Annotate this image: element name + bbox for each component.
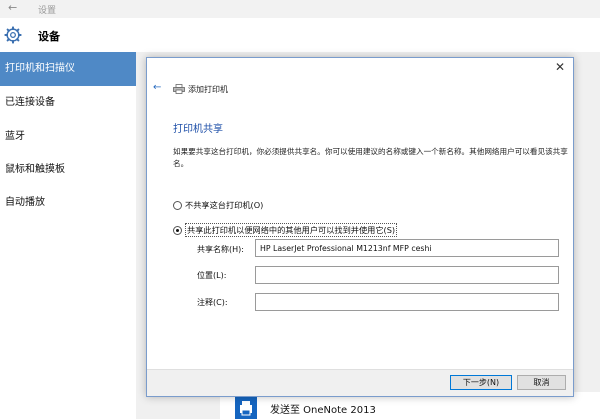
no-share-option[interactable]: 不共享这台打印机(O)	[173, 199, 263, 211]
location-label: 位置(L):	[197, 271, 227, 280]
share-name-label: 共享名称(H):	[197, 245, 244, 254]
section-title: 打印机共享	[173, 124, 223, 135]
no-share-radio[interactable]	[173, 200, 182, 210]
window-title: 设置	[38, 6, 57, 16]
back-arrow-icon[interactable]: ←	[8, 1, 17, 14]
sidebar-item-bluetooth[interactable]: 蓝牙	[0, 120, 136, 154]
settings-header: 设备	[0, 18, 600, 52]
share-option[interactable]: 共享此打印机以便网络中的其他用户可以找到并使用它(S)	[173, 223, 398, 237]
sidebar-nav: 打印机和扫描仪 已连接设备 蓝牙 鼠标和触摸板 自动播放	[0, 52, 136, 419]
dialog-footer: 下一步(N) 取消	[147, 369, 573, 396]
share-label: 共享此打印机以便网络中的其他用户可以找到并使用它(S)	[185, 223, 398, 237]
close-icon[interactable]: ✕	[553, 60, 567, 74]
printer-name: 发送至 OneNote 2013	[270, 405, 376, 416]
add-printer-dialog: ✕ ← 添加打印机 打印机共享 如果要共享这台打印机，你必须提供共享名。你可以使…	[146, 57, 574, 397]
cancel-button[interactable]: 取消	[517, 375, 566, 390]
sidebar-item-printers[interactable]: 打印机和扫描仪	[0, 52, 136, 86]
comment-input[interactable]	[255, 293, 559, 311]
settings-titlebar: ← 设置	[0, 0, 600, 18]
sidebar-item-mouse-touchpad[interactable]: 鼠标和触摸板	[0, 153, 136, 187]
next-button[interactable]: 下一步(N)	[450, 375, 512, 390]
back-arrow-icon[interactable]: ←	[153, 82, 161, 93]
share-name-input[interactable]	[255, 239, 559, 257]
gear-icon	[4, 26, 22, 44]
share-radio[interactable]	[173, 225, 182, 235]
wizard-title: 添加打印机	[188, 85, 228, 94]
sidebar-item-connected-devices[interactable]: 已连接设备	[0, 86, 136, 120]
page-title: 设备	[38, 30, 60, 43]
location-input[interactable]	[255, 266, 559, 284]
sidebar-item-autoplay[interactable]: 自动播放	[0, 186, 136, 220]
printer-icon	[173, 84, 185, 94]
printer-device-icon	[235, 397, 257, 419]
no-share-label: 不共享这台打印机(O)	[185, 200, 264, 210]
comment-label: 注释(C):	[197, 298, 228, 307]
description-text: 如果要共享这台打印机，你必须提供共享名。你可以使用建议的名称或键入一个新名称。其…	[173, 147, 568, 168]
